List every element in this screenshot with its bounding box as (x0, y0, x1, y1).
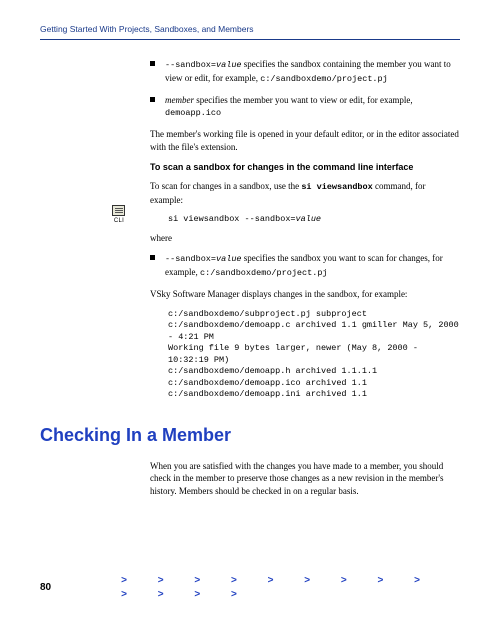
code-example-viewsandbox: si viewsandbox --sandbox=value (168, 214, 460, 225)
page-number: 80 (40, 581, 121, 595)
bullet-icon (150, 61, 155, 66)
code-fragment: --sandbox= (165, 60, 216, 70)
bullet-icon (150, 97, 155, 102)
code-param: value (296, 214, 322, 224)
main-content: --sandbox=value specifies the sandbox co… (150, 58, 460, 401)
output-line: c:/sandboxdemo/demoapp.ini archived 1.1 (168, 389, 460, 400)
bullet-icon (150, 255, 155, 260)
bullet-text: --sandbox=value specifies the sandbox yo… (165, 252, 460, 280)
where-label: where (150, 232, 460, 245)
code-text: si viewsandbox --sandbox= (168, 214, 296, 224)
code-fragment: --sandbox= (165, 254, 216, 264)
output-line: c:/sandboxdemo/subproject.pj subproject (168, 309, 460, 320)
page-header: Getting Started With Projects, Sandboxes… (40, 24, 460, 40)
bullet-sandbox-scan-option: --sandbox=value specifies the sandbox yo… (150, 252, 460, 280)
paragraph-scan-intro: To scan for changes in a sandbox, use th… (150, 180, 460, 206)
page-footer: 80 > > > > > > > > > > > > > (40, 574, 460, 602)
section-body: When you are satisfied with the changes … (150, 460, 460, 498)
section-title-checking-in: Checking In a Member (40, 423, 460, 448)
code-path: c:/sandboxdemo/project.pj (260, 74, 388, 84)
paragraph-display-changes: VSky Software Manager displays changes i… (150, 288, 460, 301)
code-path: demoapp.ico (165, 108, 221, 118)
output-line: c:/sandboxdemo/demoapp.ico archived 1.1 (168, 378, 460, 389)
footer-chevrons: > > > > > > > > > > > > > (121, 574, 460, 602)
output-line: Working file 9 bytes larger, newer (May … (168, 343, 460, 366)
cli-icon: CLI (112, 205, 126, 225)
bullet-text: member specifies the member you want to … (165, 94, 460, 120)
paragraph-checkin: When you are satisfied with the changes … (150, 460, 460, 498)
text-fragment: specifies the member you want to view or… (194, 95, 413, 105)
output-block: c:/sandboxdemo/subproject.pj subproject … (168, 309, 460, 401)
code-param: value (216, 254, 242, 264)
paragraph-editor: The member's working file is opened in y… (150, 128, 460, 153)
inline-command: si viewsandbox (301, 182, 372, 192)
bullet-text: --sandbox=value specifies the sandbox co… (165, 58, 460, 86)
heading-scan-sandbox: To scan a sandbox for changes in the com… (150, 161, 460, 174)
term-member: member (165, 95, 194, 105)
code-path: c:/sandboxdemo/project.pj (200, 268, 328, 278)
output-line: c:/sandboxdemo/demoapp.h archived 1.1.1.… (168, 366, 460, 377)
text-fragment: To scan for changes in a sandbox, use th… (150, 181, 301, 191)
bullet-sandbox-option: --sandbox=value specifies the sandbox co… (150, 58, 460, 86)
output-line: c:/sandboxdemo/demoapp.c archived 1.1 gm… (168, 320, 460, 343)
bullet-member-option: member specifies the member you want to … (150, 94, 460, 120)
code-param: value (216, 60, 242, 70)
